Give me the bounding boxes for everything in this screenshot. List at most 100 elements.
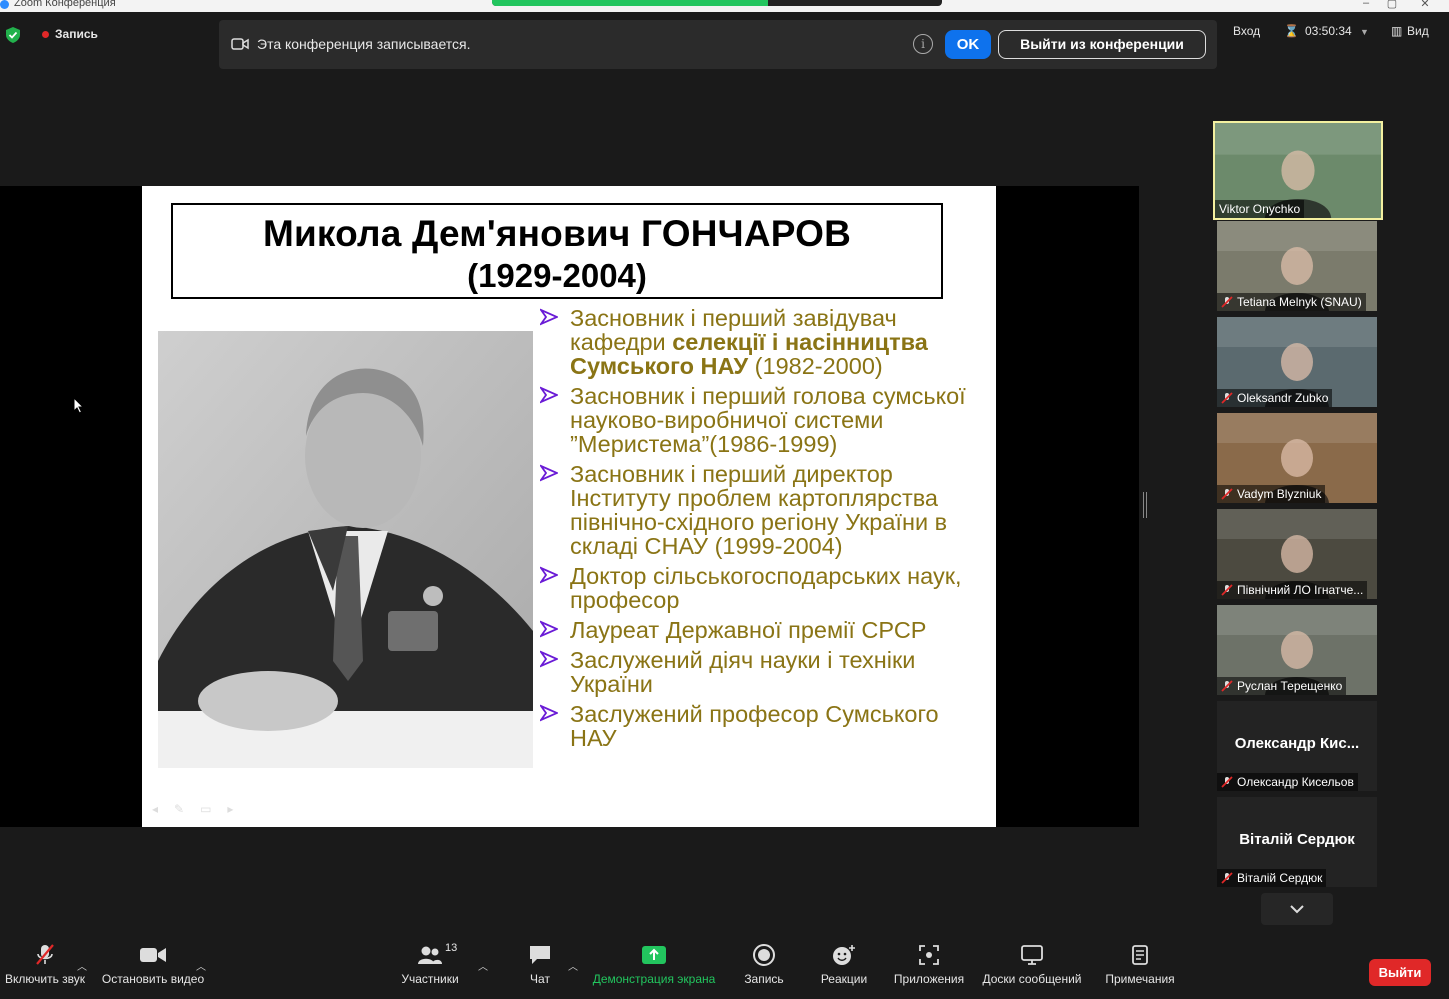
bullet-tail-text: (1982-2000) [748,353,883,379]
participants-button[interactable]: 13 Участники [398,938,462,986]
participant-name-label: Північний ЛО Ігнатче... [1217,581,1368,599]
whiteboards-label: Доски сообщений [982,972,1082,986]
share-screen-label: Демонстрация экрана [592,972,716,986]
participant-name: Vadym Blyzniuk [1237,487,1322,501]
chevron-down-icon[interactable]: ▼ [1360,27,1369,37]
unmute-button[interactable]: Включить звук [4,938,86,986]
recording-indicator[interactable]: Запись [32,24,98,44]
video-options-caret[interactable]: ︿ [196,958,206,973]
slide-nav-tools[interactable]: ◂✎▭▸ [152,802,249,816]
apps-icon [919,945,939,965]
notes-label: Примечания [1105,972,1175,986]
signin-button[interactable]: Вход [1233,24,1260,38]
bullet-arrow-icon [540,386,558,404]
reactions-label: Реакции [820,972,868,986]
bullet-arrow-icon [540,566,558,584]
zoom-logo-icon [0,0,9,9]
view-button[interactable]: Вид [1407,24,1429,38]
participant-name: Руслан Терещенко [1237,679,1343,693]
participant-tile[interactable]: Vadym Blyzniuk [1217,413,1377,503]
meeting-timer: 03:50:34 [1305,24,1352,38]
participant-name-label: Vadym Blyzniuk [1217,485,1326,503]
participant-name: Oleksandr Zubko [1237,391,1329,405]
participant-name: Viktor Onychko [1219,202,1301,216]
participant-name-label: Tetiana Melnyk (SNAU) [1217,293,1366,311]
stop-video-button[interactable]: Остановить видео [100,938,206,986]
participants-label: Участники [401,972,459,986]
screen-share-indicator[interactable] [492,0,942,6]
share-screen-icon [642,946,666,964]
participant-name: Північний ЛО Ігнатче... [1237,583,1364,597]
bullet-arrow-icon [540,650,558,668]
slide-bullet: Засновник і перший голова сумської науко… [540,384,980,456]
participant-tile[interactable]: Віталій Сердюк Віталій Сердюк [1217,797,1377,887]
leave-meeting-button[interactable]: Выйти [1369,959,1431,986]
close-icon[interactable]: ✕ [1414,0,1436,10]
slide-title-years: (1929-2004) [467,257,647,294]
split-resize-handle[interactable] [1143,492,1147,518]
meeting-toolbar: Включить звук ︿ Остановить видео ︿ 13 Уч… [0,938,1449,999]
participant-tile[interactable]: Північний ЛО Ігнатче... [1217,509,1377,599]
apps-button[interactable]: Приложения [891,938,967,986]
slide-bullet: Лауреат Державної премії СРСР [540,618,980,642]
leave-conference-button[interactable]: Выйти из конференции [998,30,1206,59]
view-grid-icon[interactable]: ▥ [1391,24,1402,38]
participant-name: Олександр Кисельов [1237,775,1354,789]
notes-button[interactable]: Примечания [1102,938,1178,986]
participant-tile[interactable]: Tetiana Melnyk (SNAU) [1217,221,1377,311]
whiteboards-button[interactable]: Доски сообщений [980,938,1084,986]
participant-display-name: Віталій Сердюк [1239,831,1355,848]
slide-bullet: Доктор сільськогосподарських наук, профе… [540,564,980,612]
recording-notification: Эта конференция записывается. i OK Выйти… [219,20,1217,69]
participant-tile[interactable]: Viktor Onychko [1213,121,1383,220]
slide-title-name: Микола Дем'янович ГОНЧАРОВ [262,213,852,254]
chat-button[interactable]: Чат [520,938,560,986]
participant-tile[interactable]: Олександр Кис... Олександр Кисельов [1217,701,1377,791]
mic-muted-icon [1221,680,1233,692]
recording-camera-icon [231,38,249,50]
mic-muted-icon [1221,296,1233,308]
record-button[interactable]: Запись [741,938,787,986]
presentation-slide: Микола Дем'янович ГОНЧАРОВ (1929-2004) З… [142,186,996,827]
bullet-text: Лауреат Державної премії СРСР [570,617,927,643]
maximize-icon[interactable]: ▢ [1381,0,1403,10]
participant-name-label: Oleksandr Zubko [1217,389,1333,407]
bullet-arrow-icon [540,620,558,638]
mic-muted-icon [1221,872,1233,884]
slide-bullet-list: Засновник і перший завідувач кафедри сел… [540,306,980,756]
participant-name: Tetiana Melnyk (SNAU) [1237,295,1362,309]
bullet-text: Доктор сільськогосподарських наук, профе… [570,563,962,613]
info-icon[interactable]: i [913,34,933,54]
reactions-icon [833,945,855,965]
unmute-label: Включить звук [4,972,86,986]
mic-muted-icon [36,944,54,965]
ok-button[interactable]: OK [945,30,991,59]
notification-message: Эта конференция записывается. [257,36,471,52]
participants-options-caret[interactable]: ︿ [478,958,488,973]
gallery-scroll-down-button[interactable] [1261,893,1333,925]
slide-bullet: Засновник і перший директор Інституту пр… [540,462,980,558]
participant-tile[interactable]: Руслан Терещенко [1217,605,1377,695]
bullet-arrow-icon [540,704,558,722]
participants-icon [418,946,442,964]
slide-bullet: Заслужений професор Сумського НАУ [540,702,980,750]
participant-name-label: Віталій Сердюк [1217,869,1327,887]
participant-display-name: Олександр Кис... [1234,735,1360,752]
record-label: Запись [744,972,784,986]
participant-tile[interactable]: Oleksandr Zubko [1217,317,1377,407]
record-dot-icon [42,30,49,38]
mic-muted-icon [1221,776,1233,788]
chat-options-caret[interactable]: ︿ [568,958,578,973]
mouse-cursor-icon [73,397,85,414]
video-camera-icon [140,948,166,962]
security-shield-icon[interactable] [6,27,20,43]
audio-options-caret[interactable]: ︿ [77,958,87,973]
reactions-button[interactable]: Реакции [819,938,869,986]
bullet-text: Засновник і перший голова сумської науко… [570,383,966,457]
minimize-icon[interactable]: – [1355,0,1377,9]
window-title: Zoom Конференция [14,0,116,9]
recording-label: Запись [55,27,98,41]
whiteboard-icon [1021,945,1043,965]
share-screen-button[interactable]: Демонстрация экрана [590,938,718,986]
bullet-arrow-icon [540,308,558,326]
